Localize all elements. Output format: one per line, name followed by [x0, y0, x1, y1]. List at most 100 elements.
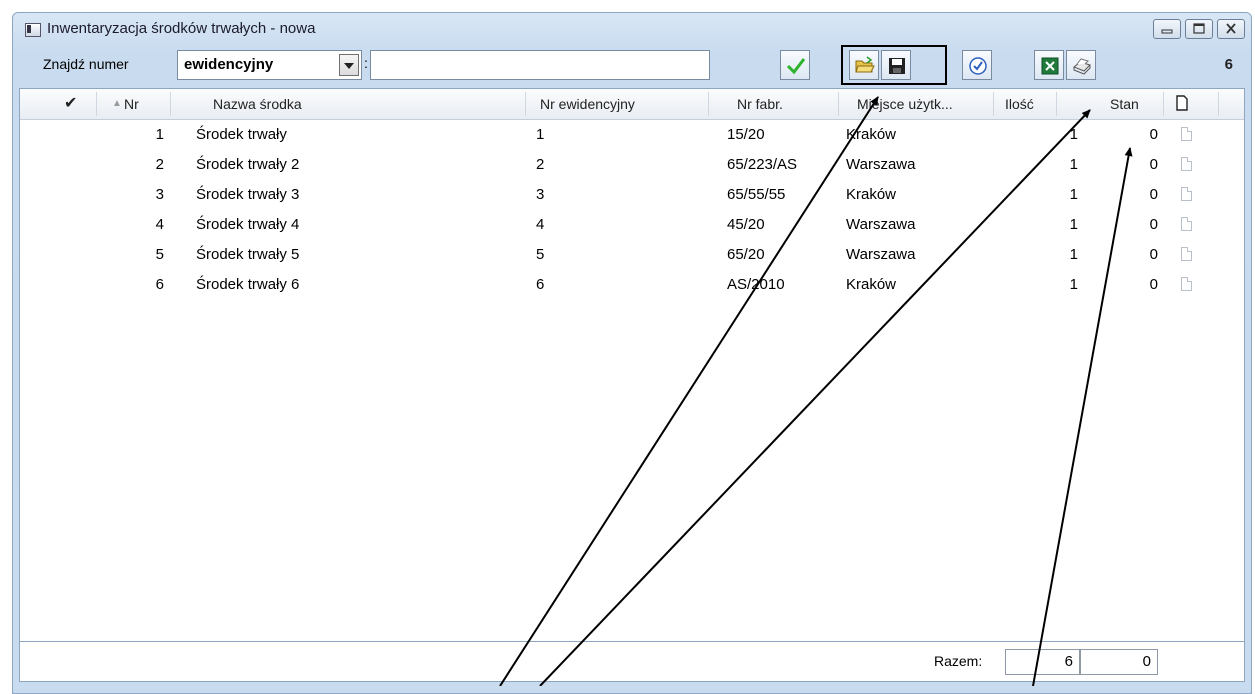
cell-qty: 1 — [1069, 156, 1078, 173]
cell-name: Środek trwały 5 — [196, 246, 300, 263]
cell-state: 0 — [1149, 126, 1158, 143]
maximize-button[interactable] — [1185, 19, 1213, 39]
cell-place: Warszawa — [846, 216, 916, 233]
title-bar[interactable]: Inwentaryzacja środków trwałych - nowa — [13, 13, 1251, 47]
qty-total: 6 — [1005, 649, 1080, 675]
cell-nr: 6 — [155, 276, 164, 293]
close-icon — [1226, 23, 1236, 34]
table-row[interactable]: 6 Środek trwały 6 6 AS/2010 Kraków 1 0 — [20, 270, 1244, 300]
open-folder-icon — [855, 56, 875, 73]
print-icon — [1073, 58, 1091, 75]
save-button[interactable] — [881, 50, 911, 80]
header-separator — [838, 92, 839, 116]
cell-nr: 3 — [155, 186, 164, 203]
row-document-icon[interactable] — [1181, 277, 1192, 291]
find-by-value: ewidencyjny — [184, 56, 274, 73]
totals-bar: Razem: 6 0 — [19, 642, 1245, 682]
header-separator — [1218, 92, 1219, 116]
close-button[interactable] — [1217, 19, 1245, 39]
row-document-icon[interactable] — [1181, 217, 1192, 231]
verify-button[interactable] — [962, 50, 992, 80]
print-button[interactable] — [1066, 50, 1096, 80]
confirm-button[interactable] — [780, 50, 810, 80]
header-doc[interactable] — [1175, 89, 1189, 119]
excel-icon — [1041, 57, 1059, 75]
row-document-icon[interactable] — [1181, 187, 1192, 201]
table-row[interactable]: 5 Środek trwały 5 5 65/20 Warszawa 1 0 — [20, 240, 1244, 270]
cell-ev: 4 — [536, 216, 545, 233]
row-document-icon[interactable] — [1181, 157, 1192, 171]
assets-table: ✔ ▲ Nr Nazwa środka Nr ewidencyjny Nr fa… — [19, 88, 1245, 642]
cell-name: Środek trwały 3 — [196, 186, 300, 203]
cell-fab: AS/2010 — [727, 276, 785, 293]
minimize-icon — [1161, 29, 1173, 34]
cell-state: 0 — [1149, 186, 1158, 203]
cell-state: 0 — [1149, 156, 1158, 173]
header-name[interactable]: Nazwa środka — [213, 89, 302, 119]
maximize-icon — [1193, 23, 1205, 34]
cell-place: Kraków — [846, 276, 897, 293]
totals-label: Razem: — [934, 653, 983, 669]
table-row[interactable]: 2 Środek trwały 2 2 65/223/AS Warszawa 1… — [20, 150, 1244, 180]
find-by-select[interactable]: ewidencyjny — [177, 50, 362, 80]
cell-name: Środek trwały 4 — [196, 216, 300, 233]
cell-ev: 1 — [536, 126, 545, 143]
header-qty[interactable]: Ilość — [1005, 89, 1034, 119]
cell-qty: 1 — [1069, 186, 1078, 203]
cell-fab: 45/20 — [727, 216, 765, 233]
header-ev[interactable]: Nr ewidencyjny — [540, 89, 635, 119]
find-colon: : — [364, 55, 368, 71]
window-title: Inwentaryzacja środków trwałych - nowa — [47, 20, 316, 37]
cell-name: Środek trwały — [196, 126, 287, 143]
cell-ev: 6 — [536, 276, 545, 293]
cell-fab: 65/55/55 — [727, 186, 786, 203]
confirm-check-icon — [786, 58, 806, 75]
header-separator — [993, 92, 994, 116]
cell-qty: 1 — [1069, 126, 1078, 143]
header-check[interactable]: ✔ — [64, 89, 77, 119]
header-separator — [708, 92, 709, 116]
cell-state: 0 — [1149, 246, 1158, 263]
save-floppy-icon — [889, 58, 905, 74]
table-row[interactable]: 1 Środek trwały 1 15/20 Kraków 1 0 — [20, 120, 1244, 150]
document-icon — [1176, 95, 1188, 111]
header-place[interactable]: Miejsce użytk... — [857, 89, 985, 119]
cell-qty: 1 — [1069, 216, 1078, 233]
minimize-button[interactable] — [1153, 19, 1181, 39]
chevron-down-icon[interactable] — [339, 54, 359, 76]
table-row[interactable]: 4 Środek trwały 4 4 45/20 Warszawa 1 0 — [20, 210, 1244, 240]
open-button[interactable] — [849, 50, 879, 80]
header-separator — [525, 92, 526, 116]
cell-nr: 2 — [155, 156, 164, 173]
cell-fab: 15/20 — [727, 126, 765, 143]
record-count: 6 — [1224, 56, 1233, 73]
header-fab[interactable]: Nr fabr. — [737, 89, 783, 119]
cell-place: Warszawa — [846, 246, 916, 263]
table-header: ✔ ▲ Nr Nazwa środka Nr ewidencyjny Nr fa… — [20, 89, 1244, 120]
cell-fab: 65/223/AS — [727, 156, 798, 173]
header-nr[interactable]: Nr — [124, 89, 139, 119]
cell-ev: 5 — [536, 246, 545, 263]
header-state[interactable]: Stan — [1110, 89, 1139, 119]
header-separator — [1163, 92, 1164, 116]
header-separator — [96, 92, 97, 116]
cell-state: 0 — [1149, 276, 1158, 293]
cell-nr: 4 — [155, 216, 164, 233]
cell-qty: 1 — [1069, 276, 1078, 293]
cell-nr: 5 — [155, 246, 164, 263]
search-input[interactable] — [370, 50, 710, 80]
cell-nr: 1 — [155, 126, 164, 143]
cell-ev: 2 — [536, 156, 545, 173]
cell-name: Środek trwały 2 — [196, 156, 300, 173]
app-window-icon — [25, 23, 41, 37]
cell-fab: 65/20 — [727, 246, 765, 263]
cell-name: Środek trwały 6 — [196, 276, 300, 293]
cell-place: Kraków — [846, 186, 897, 203]
cell-qty: 1 — [1069, 246, 1078, 263]
row-document-icon[interactable] — [1181, 247, 1192, 261]
table-row[interactable]: 3 Środek trwały 3 3 65/55/55 Kraków 1 0 — [20, 180, 1244, 210]
cell-ev: 3 — [536, 186, 545, 203]
export-excel-button[interactable] — [1034, 50, 1064, 80]
header-separator — [170, 92, 171, 116]
row-document-icon[interactable] — [1181, 127, 1192, 141]
